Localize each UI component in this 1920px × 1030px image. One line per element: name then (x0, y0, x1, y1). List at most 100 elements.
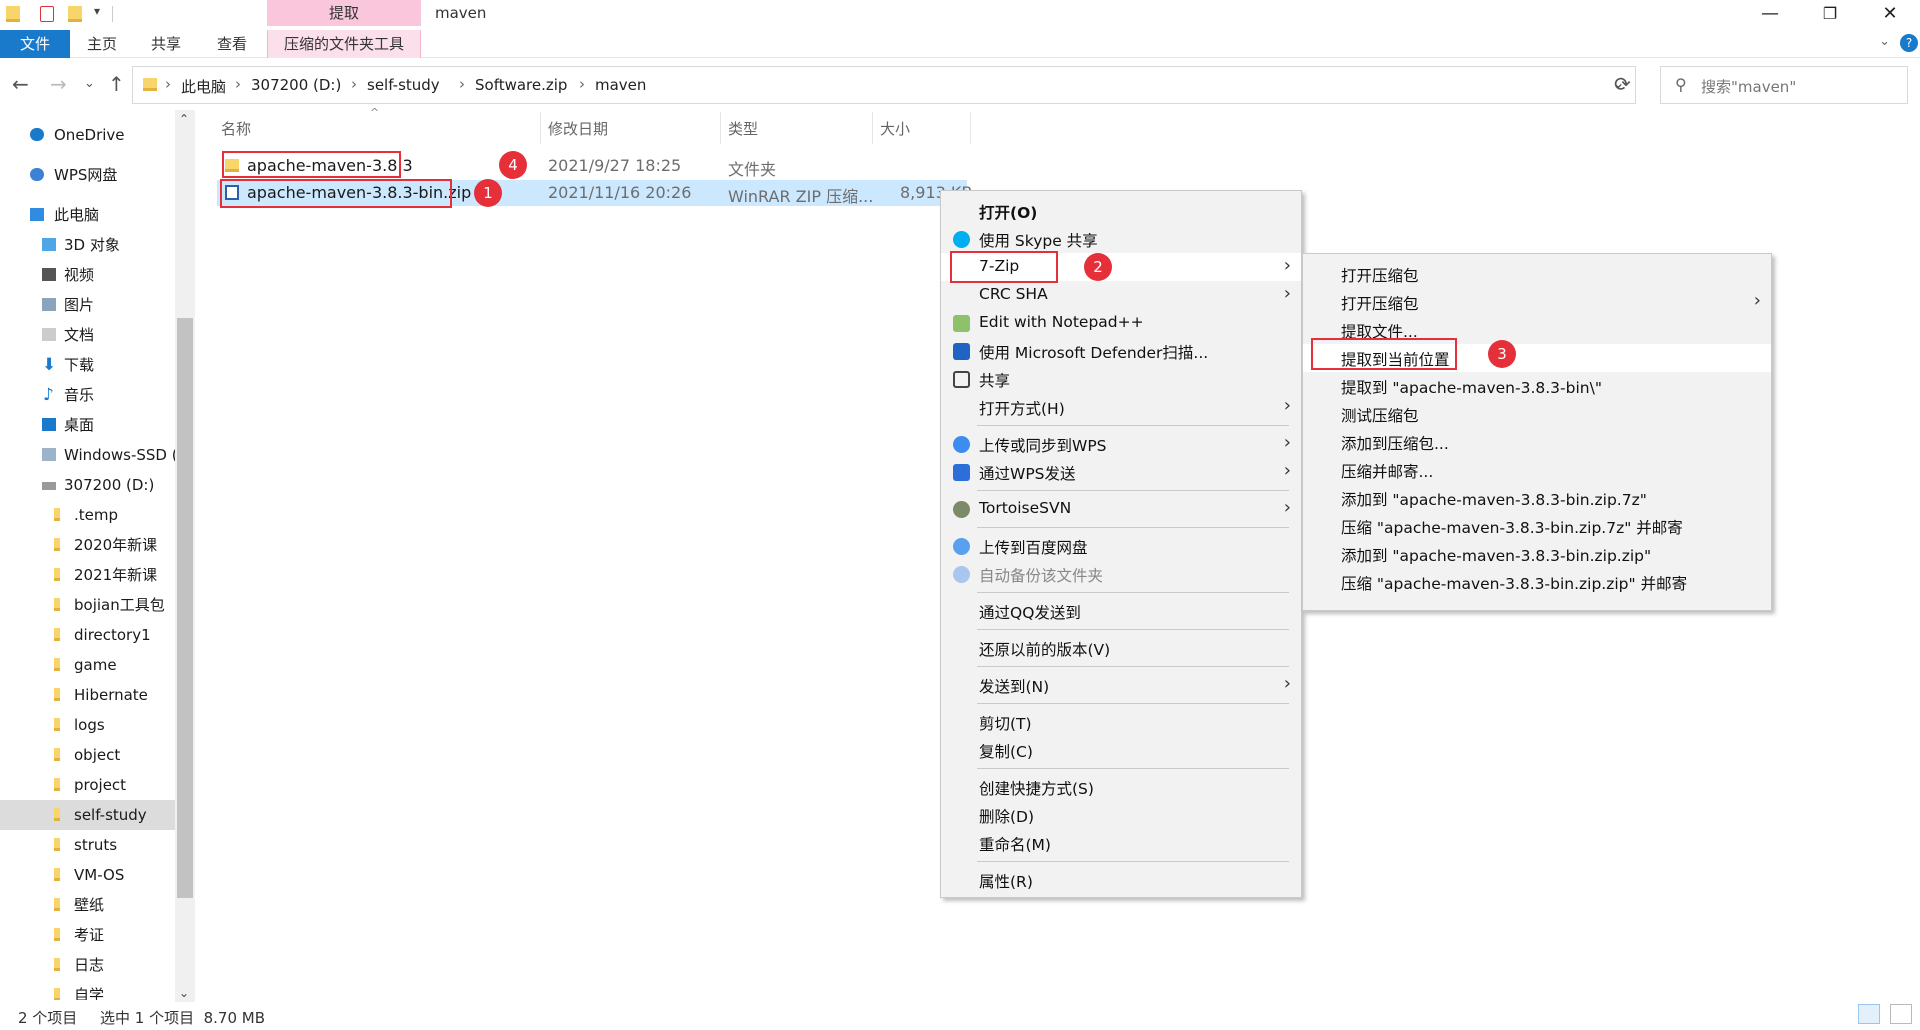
menu-item-baidu-upload[interactable]: 上传到百度网盘 (941, 532, 1301, 560)
help-icon[interactable]: ? (1900, 34, 1918, 52)
scroll-up-icon[interactable]: ⌃ (179, 112, 189, 126)
menu-item-copy[interactable]: 复制(C) (941, 736, 1301, 764)
details-view-icon[interactable] (1858, 1004, 1880, 1024)
breadcrumb-this-pc[interactable]: 此电脑 (181, 76, 226, 97)
sidebar-item-drive-d[interactable]: 307200 (D:) (0, 470, 175, 500)
refresh-icon[interactable]: ⟳ (1614, 72, 1631, 96)
sidebar-item-downloads[interactable]: ⬇ 下载 (0, 350, 175, 380)
sidebar-item-folder[interactable]: Hibernate (0, 680, 175, 710)
submenu-item-add-zip[interactable]: 添加到 "apache-maven-3.8.3-bin.zip.zip" (1303, 540, 1771, 568)
sidebar-item-onedrive[interactable]: OneDrive (0, 120, 175, 150)
submenu-item-add-to-archive[interactable]: 添加到压缩包... (1303, 428, 1771, 456)
sidebar-item-folder[interactable]: project (0, 770, 175, 800)
submenu-item-open-archive[interactable]: 打开压缩包 (1303, 260, 1771, 288)
submenu-item-compress-zip-email[interactable]: 压缩 "apache-maven-3.8.3-bin.zip.zip" 并邮寄 (1303, 568, 1771, 596)
sidebar-item-folder[interactable]: directory1 (0, 620, 175, 650)
sidebar-item-music[interactable]: ♪ 音乐 (0, 380, 175, 410)
breadcrumb-drive[interactable]: 307200 (D:) (251, 76, 341, 94)
breadcrumb-software-zip[interactable]: Software.zip (475, 76, 567, 94)
menu-item-send-to[interactable]: 发送到(N) › (941, 671, 1301, 699)
submenu-item-compress-7z-email[interactable]: 压缩 "apache-maven-3.8.3-bin.zip.7z" 并邮寄 (1303, 512, 1771, 540)
tab-share[interactable]: 共享 (144, 30, 188, 58)
sidebar-item-self-study[interactable]: self-study (0, 800, 175, 830)
menu-item-cut[interactable]: 剪切(T) (941, 708, 1301, 736)
menu-item-delete[interactable]: 删除(D) (941, 801, 1301, 829)
menu-item-qq-send[interactable]: 通过QQ发送到 (941, 597, 1301, 625)
sidebar-item-folder[interactable]: .temp (0, 500, 175, 530)
menu-item-open-with[interactable]: 打开方式(H) › (941, 393, 1301, 421)
sidebar-item-folder[interactable]: VM-OS (0, 860, 175, 890)
column-divider[interactable] (720, 112, 721, 144)
column-divider[interactable] (872, 112, 873, 144)
sidebar-item-documents[interactable]: 文档 (0, 320, 175, 350)
navigation-pane: OneDrive WPS网盘 此电脑 3D 对象 视频 图片 文档 ⬇ 下载 ♪… (0, 110, 178, 1000)
large-icons-view-icon[interactable] (1890, 1004, 1912, 1024)
recent-locations-icon[interactable]: ⌄ (84, 76, 95, 91)
back-icon[interactable]: ← (12, 72, 29, 96)
sidebar-item-folder[interactable]: struts (0, 830, 175, 860)
menu-item-crc-sha[interactable]: CRC SHA › (941, 281, 1301, 309)
menu-item-defender-scan[interactable]: 使用 Microsoft Defender扫描... (941, 337, 1301, 365)
sidebar-item-folder[interactable]: 考证 (0, 920, 175, 950)
column-divider[interactable] (970, 112, 971, 144)
submenu-item-test-archive[interactable]: 测试压缩包 (1303, 400, 1771, 428)
sidebar-item-folder[interactable]: 壁纸 (0, 890, 175, 920)
properties-icon[interactable] (40, 6, 54, 22)
submenu-item-extract-to-folder[interactable]: 提取到 "apache-maven-3.8.3-bin\" (1303, 372, 1771, 400)
sidebar-item-this-pc[interactable]: 此电脑 (0, 200, 175, 230)
submenu-item-open-archive-as[interactable]: 打开压缩包 › (1303, 288, 1771, 316)
sidebar-item-folder[interactable]: 自学 (0, 980, 175, 1000)
tab-compressed-folder-tools[interactable]: 压缩的文件夹工具 (267, 30, 421, 58)
sidebar-item-folder[interactable]: 日志 (0, 950, 175, 980)
sidebar-item-folder[interactable]: bojian工具包 (0, 590, 175, 620)
tab-home[interactable]: 主页 (80, 30, 124, 58)
minimize-button[interactable]: — (1740, 0, 1800, 30)
tab-view[interactable]: 查看 (210, 30, 254, 58)
close-button[interactable]: ✕ (1860, 0, 1920, 30)
address-bar[interactable]: › 此电脑 › 307200 (D:) › self-study › Softw… (132, 66, 1636, 104)
submenu-item-add-7z[interactable]: 添加到 "apache-maven-3.8.3-bin.zip.7z" (1303, 484, 1771, 512)
menu-item-label: CRC SHA (979, 285, 1048, 303)
search-input[interactable]: 搜索"maven" (1701, 76, 1796, 97)
menu-item-properties[interactable]: 属性(R) (941, 866, 1301, 894)
column-header-name[interactable]: 名称 (221, 118, 251, 139)
menu-item-notepad-plus[interactable]: Edit with Notepad++ (941, 309, 1301, 337)
new-folder-icon[interactable] (68, 6, 82, 22)
maximize-button[interactable]: ❐ (1800, 0, 1860, 30)
column-header-date[interactable]: 修改日期 (548, 118, 608, 139)
breadcrumb-maven[interactable]: maven (595, 76, 646, 94)
menu-item-restore-versions[interactable]: 还原以前的版本(V) (941, 634, 1301, 662)
menu-item-wps-send[interactable]: 通过WPS发送 › (941, 458, 1301, 486)
search-box[interactable]: ⚲ 搜索"maven" (1660, 66, 1908, 104)
menu-item-wps-upload[interactable]: 上传或同步到WPS › (941, 430, 1301, 458)
menu-item-tortoisesvn[interactable]: TortoiseSVN › (941, 495, 1301, 523)
sidebar-item-folder[interactable]: logs (0, 710, 175, 740)
sidebar-item-videos[interactable]: 视频 (0, 260, 175, 290)
scroll-down-icon[interactable]: ⌄ (179, 986, 189, 1000)
breadcrumb-self-study[interactable]: self-study (367, 76, 440, 94)
sidebar-item-wps[interactable]: WPS网盘 (0, 160, 175, 190)
menu-item-skype-share[interactable]: 使用 Skype 共享 (941, 225, 1301, 253)
column-divider[interactable] (540, 112, 541, 144)
menu-item-share[interactable]: 共享 (941, 365, 1301, 393)
column-header-type[interactable]: 类型 (728, 118, 758, 139)
sidebar-item-folder[interactable]: 2020年新课 (0, 530, 175, 560)
column-header-size[interactable]: 大小 (880, 118, 910, 139)
sidebar-item-windows-ssd[interactable]: Windows-SSD ( (0, 440, 178, 470)
sidebar-item-folder[interactable]: object (0, 740, 175, 770)
submenu-item-compress-email[interactable]: 压缩并邮寄... (1303, 456, 1771, 484)
tab-file[interactable]: 文件 (0, 30, 70, 58)
sidebar-item-desktop[interactable]: 桌面 (0, 410, 175, 440)
sidebar-item-folder[interactable]: 2021年新课 (0, 560, 175, 590)
forward-icon[interactable]: → (50, 72, 67, 96)
menu-item-create-shortcut[interactable]: 创建快捷方式(S) (941, 773, 1301, 801)
menu-item-open[interactable]: 打开(O) (941, 197, 1301, 225)
sidebar-item-3d[interactable]: 3D 对象 (0, 230, 175, 260)
sidebar-item-pictures[interactable]: 图片 (0, 290, 175, 320)
menu-item-rename[interactable]: 重命名(M) (941, 829, 1301, 857)
customize-qat-icon[interactable]: ▾ (94, 4, 100, 18)
sidebar-item-folder[interactable]: game (0, 650, 175, 680)
sidebar-scroll-thumb[interactable] (177, 318, 193, 898)
expand-ribbon-icon[interactable]: ⌄ (1879, 34, 1890, 49)
up-icon[interactable]: ↑ (108, 72, 125, 96)
